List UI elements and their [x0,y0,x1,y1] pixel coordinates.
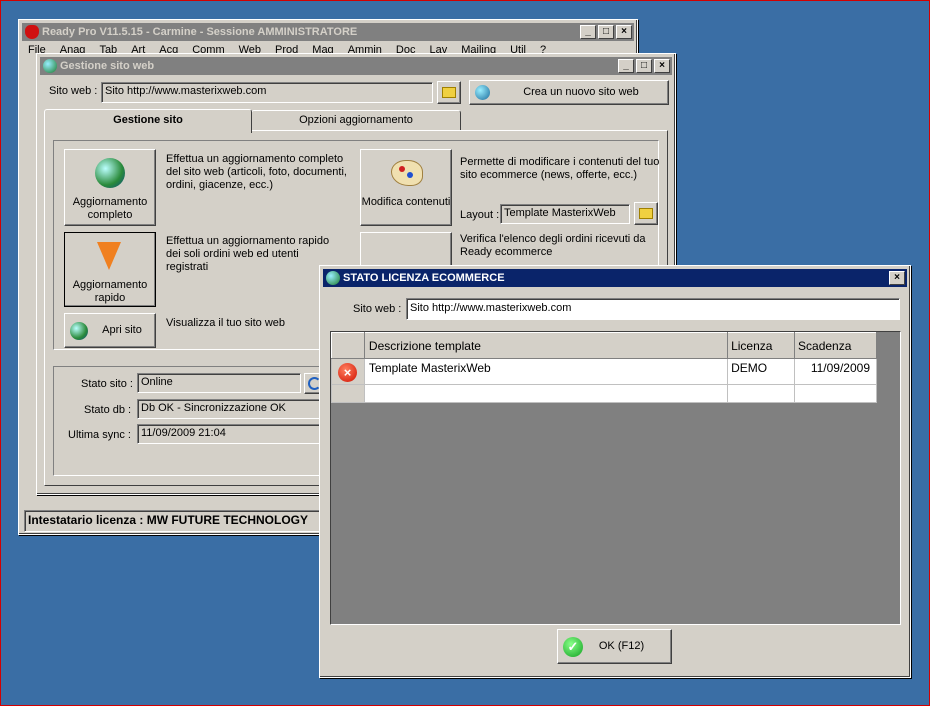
open-site-desc: Visualizza il tuo sito web [166,317,286,329]
stato-db-field: Db OK - Sincronizzazione OK [137,399,337,419]
cell-empty [363,384,729,403]
folder-button[interactable] [437,81,461,104]
tab-opzioni[interactable]: Opzioni aggiornamento [251,110,461,130]
open-site-button[interactable]: Apri sito [64,313,156,348]
gestione-close-button[interactable]: × [654,59,670,73]
cell-empty [727,384,796,403]
stato-db-label: Stato db : [84,404,132,416]
folder-icon [639,208,653,219]
new-site-icon [475,85,490,100]
error-icon: × [338,363,357,382]
ok-button[interactable]: ✓ OK (F12) [557,629,672,664]
row-indicator: × [331,358,365,385]
palette-dot [407,172,413,178]
header-descrizione[interactable]: Descrizione template [363,332,729,359]
stato-db-value: Db OK - Sincronizzazione OK [141,402,286,414]
edit-content-desc: Permette di modificare i contenuti del t… [460,156,660,181]
licenza-site-value: Sito http://www.masterixweb.com [410,302,572,314]
tab-gestione-sito[interactable]: Gestione sito [44,109,252,133]
edit-content-button[interactable]: Modifica contenuti [360,149,452,226]
tab-gestione-sito-label: Gestione sito [113,114,183,126]
licenza-dialog: STATO LICENZA ECOMMERCE × Sito web : Sit… [319,265,911,678]
full-update-desc: Effettua un aggiornamento completo del s… [166,153,347,191]
close-button[interactable]: × [616,25,632,39]
cell-scadenza: 11/09/2009 [794,358,877,385]
layout-value: Template MasterixWeb [504,207,616,219]
licenza-title: STATO LICENZA ECOMMERCE [343,272,505,284]
site-label: Sito web : [49,85,98,97]
cell-licenza: DEMO [727,358,796,385]
license-table: Descrizione template Licenza Scadenza × … [331,332,877,403]
ultima-sync-value: 11/09/2009 21:04 [141,427,226,439]
tab-opzioni-label: Opzioni aggiornamento [299,114,413,126]
folder-icon [442,87,456,98]
strawberry-icon [25,25,39,39]
orders-desc: Verifica l'elenco degli ordini ricevuti … [460,233,646,258]
cell-empty [794,384,877,403]
row-indicator-empty [331,384,365,403]
ultima-sync-field: 11/09/2009 21:04 [137,424,337,444]
globe-icon [326,271,340,285]
ok-label: OK (F12) [598,640,645,652]
cell-descrizione: Template MasterixWeb [363,358,729,385]
new-site-label: Crea un nuovo sito web [523,86,639,98]
header-indicator [331,332,365,359]
minimize-button[interactable]: _ [580,25,596,39]
stato-sito-field: Online [137,373,301,393]
edit-content-label: Modifica contenuti [361,196,451,208]
globe-pin-icon [70,322,88,340]
licenza-site-field[interactable]: Sito http://www.masterixweb.com [406,298,900,320]
site-value: Sito http://www.masterixweb.com [105,85,267,97]
globe-icon [43,59,57,73]
gestione-title: Gestione sito web [60,60,155,72]
full-update-button[interactable]: Aggiornamento completo [64,149,156,226]
quick-update-label: Aggiornamento rapido [72,279,148,304]
new-site-button[interactable]: Crea un nuovo sito web [469,80,669,105]
quick-update-button[interactable]: Aggiornamento rapido [64,232,156,307]
quick-update-desc: Effettua un aggiornamento rapido dei sol… [166,235,330,273]
table-row-empty[interactable] [331,384,877,403]
table-header-row: Descrizione template Licenza Scadenza [331,332,877,359]
layout-field[interactable]: Template MasterixWeb [500,204,630,224]
globe-icon [95,158,125,188]
header-scadenza[interactable]: Scadenza [794,332,877,359]
layout-label: Layout : [460,209,500,221]
stato-sito-label: Stato sito : [81,378,133,390]
palette-dot [399,166,405,172]
gestione-maximize-button[interactable]: □ [636,59,652,73]
site-field[interactable]: Sito http://www.masterixweb.com [101,82,433,103]
stato-sito-value: Online [141,376,173,388]
status-license: Intestatario licenza : MW FUTURE TECHNOL… [28,513,309,527]
check-icon: ✓ [563,637,583,657]
gestione-minimize-button[interactable]: _ [618,59,634,73]
table-row[interactable]: × Template MasterixWeb DEMO 11/09/2009 [331,358,877,385]
gestione-titlebar[interactable]: Gestione sito web _ □ × [40,57,672,75]
ultima-sync-label: Ultima sync : [68,429,131,441]
full-update-label: Aggiornamento completo [72,196,148,221]
licenza-close-button[interactable]: × [889,271,905,285]
main-title: Ready Pro V11.5.15 - Carmine - Sessione … [42,26,358,38]
main-titlebar[interactable]: Ready Pro V11.5.15 - Carmine - Sessione … [22,23,634,41]
lightning-icon [97,242,121,270]
header-licenza[interactable]: Licenza [727,332,796,359]
licenza-site-label: Sito web : [353,303,402,315]
open-site-label: Apri sito [102,324,142,336]
layout-folder-button[interactable] [634,202,658,225]
licenza-titlebar[interactable]: STATO LICENZA ECOMMERCE × [323,269,907,287]
maximize-button[interactable]: □ [598,25,614,39]
